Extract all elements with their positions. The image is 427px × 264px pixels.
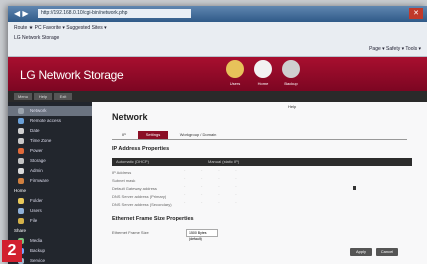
exit-button[interactable]: Exit bbox=[54, 93, 72, 100]
ip-input-boxes[interactable]: · · · · bbox=[184, 168, 244, 174]
firmware-icon bbox=[18, 178, 24, 184]
sidebar-item-power[interactable]: Power bbox=[8, 146, 92, 156]
sidebar-item-label: Time Zone bbox=[30, 138, 52, 143]
sidebar-item-label: Users bbox=[30, 208, 42, 213]
sidebar-item-storage[interactable]: Storage bbox=[8, 156, 92, 166]
storage-icon bbox=[18, 158, 24, 164]
file-icon bbox=[18, 218, 24, 224]
users-label: Users bbox=[229, 81, 241, 86]
help-link[interactable]: Help bbox=[288, 104, 296, 109]
active-tab[interactable]: LG Network Storage bbox=[14, 35, 59, 41]
sidebar-section-label: Share bbox=[14, 228, 27, 233]
network-icon bbox=[18, 108, 24, 114]
sidebar-item-label: Backup bbox=[30, 248, 46, 253]
sidebar-item-label: Remote access bbox=[30, 118, 62, 123]
cancel-button[interactable]: Cancel bbox=[376, 248, 398, 256]
radio-manual[interactable]: Manual (static IP) bbox=[208, 158, 239, 166]
field-gateway-label: Default Gateway address bbox=[112, 186, 157, 191]
users-icon[interactable] bbox=[226, 60, 244, 78]
sub-toolbar: Menu Help Exit bbox=[8, 91, 427, 102]
sidebar-item-label: File bbox=[30, 218, 38, 223]
field-dns1-label: DNS Server address (Primary) bbox=[112, 194, 167, 199]
sidebar-item-users[interactable]: Users bbox=[8, 206, 92, 216]
sidebar-item-network[interactable]: Network bbox=[8, 106, 92, 116]
tab-strip: IP Settings Workgroup / Domain bbox=[112, 131, 407, 140]
users-icon bbox=[18, 208, 24, 214]
browser-window: ◀ ▶ http://192.168.0.10/cgi-bin/network.… bbox=[8, 6, 427, 264]
tab-settings[interactable]: Settings bbox=[138, 131, 168, 139]
sidebar-item-label: Service bbox=[30, 258, 46, 263]
folder-icon bbox=[18, 198, 24, 204]
sidebar-item-label: Media bbox=[30, 238, 43, 243]
menu-button[interactable]: Menu bbox=[14, 93, 32, 100]
sidebar-item-file[interactable]: File bbox=[8, 216, 92, 226]
ip-mode-radio-group: Automatic (DHCP) Manual (static IP) bbox=[112, 158, 412, 166]
sidebar-section-home: Home bbox=[8, 186, 92, 196]
back-forward-icon[interactable]: ◀ ▶ bbox=[14, 9, 29, 18]
sidebar-item-admin[interactable]: Admin bbox=[8, 166, 92, 176]
sidebar-item-label: Power bbox=[30, 148, 43, 153]
home-label: Home bbox=[257, 81, 269, 86]
app-header: LG Network Storage Users Home Backup bbox=[8, 57, 427, 91]
browser-toolbar-right[interactable]: Page ▾ Safety ▾ Tools ▾ bbox=[369, 46, 421, 52]
sidebar-item-folder[interactable]: Folder bbox=[8, 196, 92, 206]
subnet-input-boxes[interactable]: · · · · bbox=[184, 176, 244, 182]
home-icon[interactable] bbox=[254, 60, 272, 78]
ethernet-section-title: Ethernet Frame Size Properties bbox=[112, 216, 194, 222]
ip-section-title: IP Address Properties bbox=[112, 146, 170, 152]
brand-title: LG Network Storage bbox=[20, 68, 124, 82]
step-badge: 2 bbox=[2, 240, 22, 262]
close-icon[interactable]: ✕ bbox=[409, 8, 423, 19]
clock-icon bbox=[18, 138, 24, 144]
frame-size-select[interactable]: 1500 Bytes (default) bbox=[186, 229, 218, 241]
bookmarks-toolbar: Route ★ PC Favorite ▾ Suggested Sites ▾ … bbox=[8, 22, 427, 57]
field-ip-label: IP Address bbox=[112, 170, 132, 175]
sidebar-item-label: Network bbox=[30, 108, 47, 113]
field-dns2-label: DNS Server address (Secondary) bbox=[112, 202, 172, 207]
sidebar-item-remote-access[interactable]: Remote access bbox=[8, 116, 92, 126]
admin-icon bbox=[18, 168, 24, 174]
dns2-input-boxes[interactable]: · · · · bbox=[184, 200, 244, 206]
calendar-icon bbox=[18, 128, 24, 134]
sidebar-item-label: Storage bbox=[30, 158, 46, 163]
help-button[interactable]: Help bbox=[34, 93, 52, 100]
remote-icon bbox=[18, 118, 24, 124]
dns1-input-boxes[interactable]: · · · · bbox=[184, 192, 244, 198]
gateway-input-boxes[interactable]: · · · · bbox=[184, 184, 244, 190]
tab-workgroup[interactable]: Workgroup / Domain bbox=[170, 131, 226, 139]
radio-auto[interactable]: Automatic (DHCP) bbox=[116, 158, 149, 166]
apply-button[interactable]: Apply bbox=[350, 248, 372, 256]
sidebar-section-label: Home bbox=[14, 188, 27, 193]
tab-ip[interactable]: IP bbox=[112, 131, 136, 139]
browser-titlebar: ◀ ▶ http://192.168.0.10/cgi-bin/network.… bbox=[8, 6, 427, 22]
sidebar-item-time-zone[interactable]: Time Zone bbox=[8, 136, 92, 146]
sidebar-section-share: Share bbox=[8, 226, 92, 236]
backup-label: Backup bbox=[284, 81, 298, 86]
sidebar-item-label: Date bbox=[30, 128, 40, 133]
sidebar-item-label: Admin bbox=[30, 168, 43, 173]
sidebar-item-label: Firmware bbox=[30, 178, 49, 183]
field-subnet-label: Subnet mask bbox=[112, 178, 136, 183]
frame-size-label: Ethernet Frame Size bbox=[112, 230, 149, 235]
main-panel: Help Network IP Settings Workgroup / Dom… bbox=[92, 102, 427, 264]
mouse-cursor-icon bbox=[353, 186, 356, 190]
address-bar[interactable]: http://192.168.0.10/cgi-bin/network.php bbox=[38, 9, 191, 18]
power-icon bbox=[18, 148, 24, 154]
sidebar-item-label: Folder bbox=[30, 198, 43, 203]
sidebar-item-firmware[interactable]: Firmware bbox=[8, 176, 92, 186]
sidebar-item-date[interactable]: Date bbox=[8, 126, 92, 136]
bookmarks-row[interactable]: Route ★ PC Favorite ▾ Suggested Sites ▾ bbox=[14, 25, 107, 31]
backup-icon[interactable] bbox=[282, 60, 300, 78]
page-title: Network bbox=[112, 112, 148, 122]
